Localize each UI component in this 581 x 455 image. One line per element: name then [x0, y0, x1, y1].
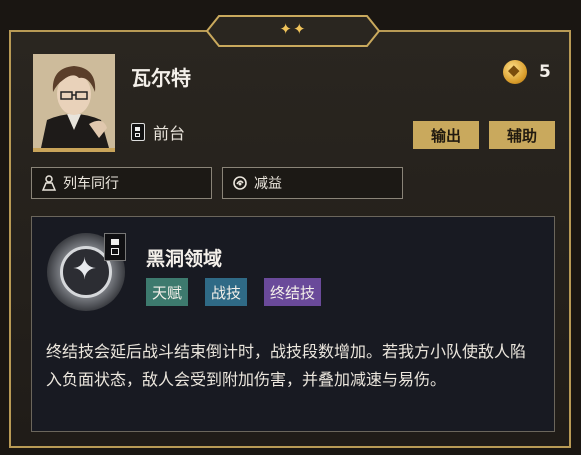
role-tag-support[interactable]: 辅助	[489, 121, 555, 149]
card-header-tab: ✦✦	[205, 14, 381, 48]
path-label: 前台	[153, 124, 186, 143]
debuff-icon	[232, 175, 248, 191]
role-tag-damage[interactable]: 输出	[413, 121, 479, 149]
tag-label: 减益	[254, 176, 282, 192]
path-icon	[104, 233, 126, 261]
tag-debuff[interactable]: 减益	[222, 167, 403, 199]
chip-skill[interactable]: 战技	[205, 278, 248, 306]
rarity-value: 5	[539, 62, 551, 82]
rarity-indicator: 5	[503, 60, 551, 84]
chip-talent[interactable]: 天赋	[146, 278, 189, 306]
path-row: 前台	[131, 120, 185, 144]
character-name: 瓦尔特	[131, 66, 191, 90]
character-avatar	[33, 54, 115, 152]
train-icon	[41, 175, 57, 191]
chip-ultimate[interactable]: 终结技	[264, 278, 322, 306]
rarity-icon	[503, 60, 527, 84]
path-icon	[131, 123, 145, 141]
skill-description: 终结技会延后战斗结束倒计时，战技段数增加。若我方小队使敌人陷入负面状态，敌人会受…	[46, 342, 527, 389]
star-icons: ✦✦	[279, 20, 307, 38]
tag-train-companion[interactable]: 列车同行	[31, 167, 212, 199]
skill-title: 黑洞领域	[146, 248, 223, 270]
tag-label: 列车同行	[63, 176, 119, 192]
